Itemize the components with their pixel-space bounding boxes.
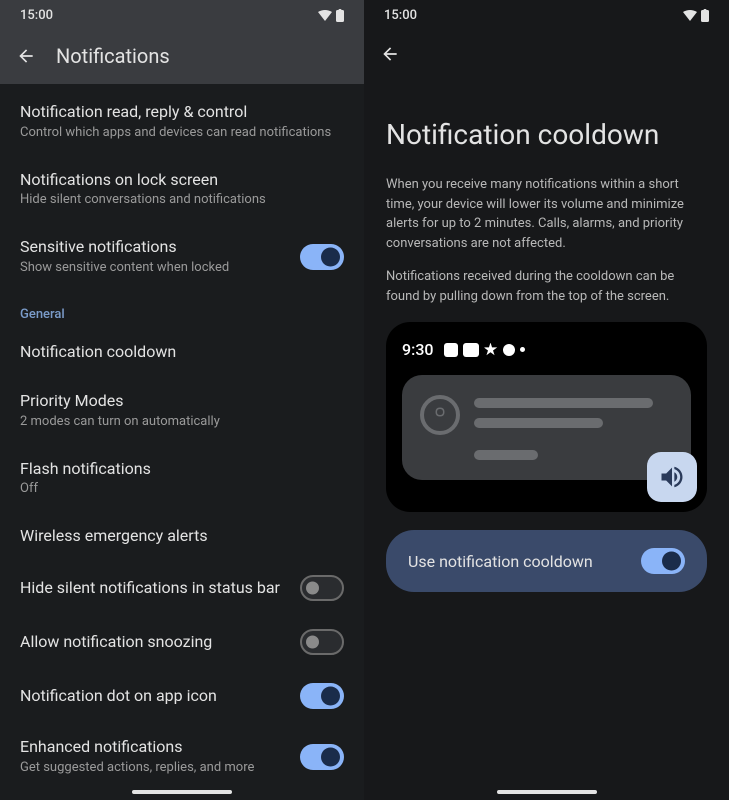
sensitive-notifications-toggle[interactable]: [300, 244, 344, 270]
arrow-back-icon: [380, 44, 400, 64]
notification-cooldown-screen: 15:00 Notification cooldown When you rec…: [364, 0, 729, 800]
status-time: 15:00: [20, 8, 53, 23]
back-button[interactable]: [16, 46, 36, 66]
illu-icon: [444, 343, 458, 357]
cooldown-illustration: 9:30: [386, 322, 707, 512]
setting-flash-notifications[interactable]: Flash notifications Off: [0, 445, 364, 513]
setting-title: Wireless emergency alerts: [20, 526, 344, 547]
illustration-app-icon: [420, 395, 460, 435]
setting-title: Sensitive notifications: [20, 237, 288, 258]
setting-title: Priority Modes: [20, 391, 344, 412]
setting-subtitle: Hide silent conversations and notificati…: [20, 192, 344, 209]
illu-icon: [484, 343, 498, 357]
setting-title: Notification read, reply & control: [20, 102, 344, 123]
notification-dot-toggle[interactable]: [300, 683, 344, 709]
status-time: 15:00: [384, 8, 417, 23]
wifi-icon: [683, 10, 697, 21]
illu-line: [474, 418, 603, 428]
setting-subtitle: Off: [20, 481, 344, 498]
illustration-notif-icons: [444, 343, 525, 357]
illu-icon: [520, 347, 525, 352]
arrow-back-icon: [16, 46, 36, 66]
wifi-icon: [318, 10, 332, 21]
illu-icon: [503, 344, 515, 356]
status-bar: 15:00: [0, 0, 364, 30]
setting-subtitle: Show sensitive content when locked: [20, 260, 288, 277]
cooldown-toggle-label: Use notification cooldown: [408, 552, 593, 571]
setting-sensitive-notifications[interactable]: Sensitive notifications Show sensitive c…: [0, 223, 364, 291]
page-title: Notification cooldown: [386, 118, 707, 151]
setting-priority-modes[interactable]: Priority Modes 2 modes can turn on autom…: [0, 377, 364, 445]
setting-hide-silent-notifications[interactable]: Hide silent notifications in status bar: [0, 561, 364, 615]
page-title: Notifications: [56, 44, 170, 68]
use-cooldown-toggle[interactable]: [641, 548, 685, 574]
settings-list[interactable]: Notification read, reply & control Contr…: [0, 84, 364, 795]
allow-snoozing-toggle[interactable]: [300, 629, 344, 655]
setting-lock-screen[interactable]: Notifications on lock screen Hide silent…: [0, 156, 364, 224]
home-indicator[interactable]: [497, 790, 597, 794]
hide-silent-toggle[interactable]: [300, 575, 344, 601]
setting-title: Hide silent notifications in status bar: [20, 578, 288, 599]
setting-title: Notification dot on app icon: [20, 686, 288, 707]
setting-title: Flash notifications: [20, 459, 344, 480]
section-header-general: General: [0, 291, 364, 328]
battery-icon: [701, 9, 709, 22]
status-bar: 15:00: [364, 0, 729, 30]
home-indicator[interactable]: [132, 790, 232, 794]
illu-line: [474, 450, 538, 460]
notifications-settings-screen: 15:00 Notifications Notification read, r…: [0, 0, 364, 800]
use-cooldown-row[interactable]: Use notification cooldown: [386, 530, 707, 592]
back-button[interactable]: [380, 44, 400, 64]
setting-subtitle: Control which apps and devices can read …: [20, 125, 344, 142]
setting-allow-snoozing[interactable]: Allow notification snoozing: [0, 615, 364, 669]
illustration-status-bar: 9:30: [402, 340, 691, 359]
setting-title: Allow notification snoozing: [20, 632, 288, 653]
status-icons: [683, 9, 709, 22]
header: Notifications: [0, 30, 364, 84]
main-content: Notification cooldown When you receive m…: [364, 78, 729, 592]
setting-read-reply-control[interactable]: Notification read, reply & control Contr…: [0, 88, 364, 156]
status-icons: [318, 9, 344, 22]
setting-wireless-emergency-alerts[interactable]: Wireless emergency alerts: [0, 512, 364, 561]
description-text-2: Notifications received during the cooldo…: [386, 267, 707, 306]
setting-notification-dot[interactable]: Notification dot on app icon: [0, 669, 364, 723]
illustration-text-lines: [474, 395, 673, 460]
battery-icon: [336, 9, 344, 22]
enhanced-notifications-toggle[interactable]: [300, 744, 344, 770]
setting-title: Enhanced notifications: [20, 737, 288, 758]
description-text-1: When you receive many notifications with…: [386, 175, 707, 253]
speaker-icon: [658, 463, 686, 491]
setting-title: Notification cooldown: [20, 342, 344, 363]
illu-line: [474, 398, 653, 408]
setting-notification-cooldown[interactable]: Notification cooldown: [0, 328, 364, 377]
setting-title: Notifications on lock screen: [20, 170, 344, 191]
setting-enhanced-notifications[interactable]: Enhanced notifications Get suggested act…: [0, 723, 364, 791]
sound-icon-badge: [647, 452, 697, 502]
illustration-time: 9:30: [402, 340, 434, 359]
header-bar: 15:00 Notifications: [0, 0, 364, 84]
setting-subtitle: Get suggested actions, replies, and more: [20, 760, 288, 777]
illu-icon: [463, 343, 479, 357]
setting-subtitle: 2 modes can turn on automatically: [20, 414, 344, 431]
header: [364, 30, 729, 78]
